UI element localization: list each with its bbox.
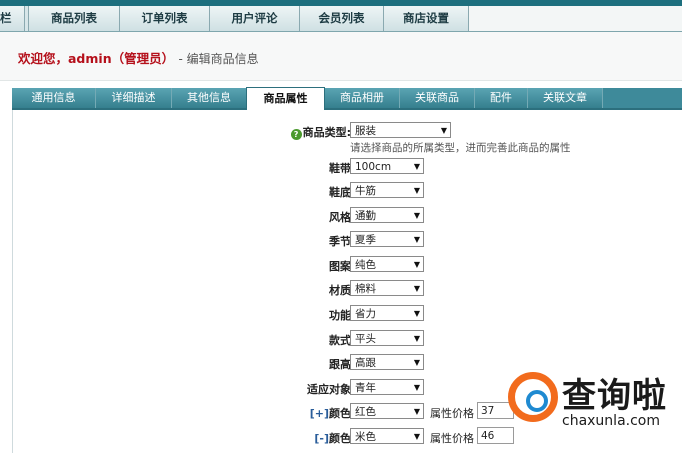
welcome-text: 欢迎您，admin（管理员）	[18, 51, 175, 66]
nav-filler	[469, 6, 682, 31]
product-type-select[interactable]: 服装 ▼	[350, 122, 451, 138]
attribute-label: 鞋底	[329, 186, 351, 199]
attribute-label: 跟高	[329, 358, 351, 371]
color-label-text: 颜色	[329, 432, 351, 445]
chevron-down-icon: ▼	[413, 235, 420, 244]
chevron-down-icon: ▼	[413, 334, 420, 343]
attribute-value: 省力	[355, 308, 376, 320]
color-label-text: 颜色	[329, 407, 351, 420]
attribute-value: 高跟	[355, 357, 376, 369]
attribute-row: 鞋带 100cm ▼	[13, 156, 682, 178]
tab-detail-description[interactable]: 详细描述	[96, 88, 172, 108]
chevron-down-icon: ▼	[413, 211, 420, 220]
watermark-domain: chaxunla.com	[562, 413, 660, 429]
attribute-row: 款式 平头 ▼	[13, 328, 682, 350]
attribute-value: 通勤	[355, 210, 376, 222]
chevron-down-icon: ▼	[413, 383, 420, 392]
chevron-down-icon: ▼	[413, 309, 420, 318]
attribute-select[interactable]: 青年 ▼	[350, 379, 424, 395]
nav-item-partial[interactable]: 栏	[0, 6, 25, 31]
attribute-value: 夏季	[355, 234, 376, 246]
attribute-row: 功能 省力 ▼	[13, 303, 682, 325]
nav-item-product-list[interactable]: 商品列表	[28, 6, 120, 31]
watermark: 查询啦 chaxunla.com	[498, 366, 682, 453]
attribute-row: 材质 棉料 ▼	[13, 278, 682, 300]
attribute-value: 平头	[355, 333, 376, 345]
attribute-select[interactable]: 牛筋 ▼	[350, 182, 424, 198]
nav-item-shop-settings[interactable]: 商店设置	[384, 6, 469, 31]
help-icon[interactable]: ?	[290, 129, 302, 140]
tab-general-info[interactable]: 通用信息	[12, 88, 96, 108]
remove-color-toggle[interactable]: [-]	[314, 432, 329, 445]
attribute-value: 棉料	[355, 283, 376, 295]
attribute-label: 鞋带	[329, 162, 351, 175]
chevron-down-icon: ▼	[413, 358, 420, 367]
attribute-row: 图案 纯色 ▼	[13, 254, 682, 276]
attribute-label: 图案	[329, 260, 351, 273]
chevron-down-icon: ▼	[413, 186, 420, 195]
tab-linked-products[interactable]: 关联商品	[400, 88, 475, 108]
attribute-label: 季节	[329, 235, 351, 248]
attribute-select[interactable]: 通勤 ▼	[350, 207, 424, 223]
attribute-value: 青年	[355, 382, 376, 394]
attribute-label: 款式	[329, 334, 351, 347]
attribute-select[interactable]: 省力 ▼	[350, 305, 424, 321]
attribute-select[interactable]: 纯色 ▼	[350, 256, 424, 272]
attribute-row: 风格 通勤 ▼	[13, 205, 682, 227]
chevron-down-icon: ▼	[413, 432, 420, 441]
color-value: 红色	[355, 406, 376, 418]
nav-item-order-list[interactable]: 订单列表	[120, 6, 210, 31]
attribute-select[interactable]: 棉料 ▼	[350, 280, 424, 296]
product-type-value: 服装	[355, 125, 376, 137]
attribute-price-label: 属性价格	[430, 407, 474, 420]
watermark-title: 查询啦	[562, 376, 667, 416]
attribute-value: 纯色	[355, 259, 376, 271]
chevron-down-icon: ▼	[440, 126, 447, 135]
page-subtitle: - 编辑商品信息	[178, 52, 259, 66]
page-title: 欢迎您，admin（管理员） - 编辑商品信息	[18, 48, 259, 67]
chevron-down-icon: ▼	[413, 284, 420, 293]
tab-accessories[interactable]: 配件	[475, 88, 528, 108]
attribute-select[interactable]: 高跟 ▼	[350, 354, 424, 370]
attribute-label: 功能	[329, 309, 351, 322]
attribute-select[interactable]: 夏季 ▼	[350, 231, 424, 247]
chevron-down-icon: ▼	[413, 260, 420, 269]
color-select[interactable]: 米色 ▼	[350, 428, 424, 444]
tab-linked-articles[interactable]: 关联文章	[528, 88, 603, 108]
nav-item-member-list[interactable]: 会员列表	[300, 6, 384, 31]
add-color-toggle[interactable]: [+]	[310, 407, 329, 420]
chevron-down-icon: ▼	[413, 162, 420, 171]
tab-product-attributes[interactable]: 商品属性	[246, 87, 325, 111]
tab-other-info[interactable]: 其他信息	[172, 88, 247, 108]
product-type-label: ? 商品类型:	[290, 124, 351, 140]
tab-product-gallery[interactable]: 商品相册	[325, 88, 400, 108]
color-select[interactable]: 红色 ▼	[350, 403, 424, 419]
attribute-select[interactable]: 平头 ▼	[350, 330, 424, 346]
product-type-label-text: 商品类型:	[302, 126, 351, 139]
attribute-label: 风格	[329, 211, 351, 224]
page-header: 欢迎您，admin（管理员） - 编辑商品信息	[0, 32, 682, 81]
attribute-value: 100cm	[355, 161, 392, 173]
attribute-label: 材质	[329, 284, 351, 297]
color-value: 米色	[355, 431, 376, 443]
product-type-row: ? 商品类型: 服装 ▼ 请选择商品的所属类型，进而完善此商品的属性	[13, 120, 682, 154]
color-label: [+]颜色	[310, 405, 351, 421]
attribute-value: 牛筋	[355, 185, 376, 197]
chevron-down-icon: ▼	[413, 407, 420, 416]
watermark-logo-inner	[526, 390, 548, 412]
attribute-row: 季节 夏季 ▼	[13, 229, 682, 251]
tab-bar: 通用信息 详细描述 其他信息 商品属性 商品相册 关联商品 配件 关联文章	[12, 87, 682, 111]
attribute-row: 鞋底 牛筋 ▼	[13, 180, 682, 202]
attribute-select[interactable]: 100cm ▼	[350, 158, 424, 174]
attribute-price-label: 属性价格	[430, 432, 474, 445]
watermark-logo-icon	[508, 372, 558, 422]
product-type-hint: 请选择商品的所属类型，进而完善此商品的属性	[350, 142, 571, 154]
top-nav: 栏 商品列表 订单列表 用户评论 会员列表 商店设置	[0, 6, 682, 32]
nav-item-user-comments[interactable]: 用户评论	[210, 6, 300, 31]
attribute-label: 适应对象	[307, 383, 351, 396]
color-label: [-]颜色	[314, 430, 351, 446]
